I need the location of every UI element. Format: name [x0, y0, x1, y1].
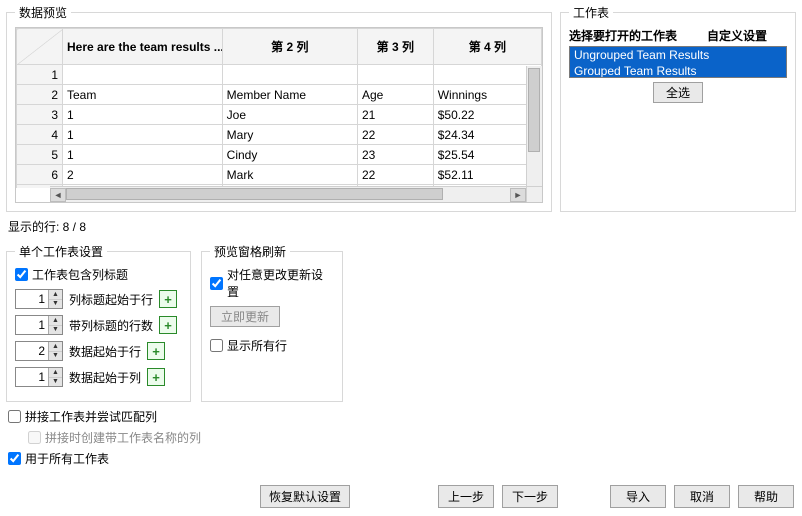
col-header[interactable]: 第 2 列 — [222, 29, 357, 65]
header-row-count-input[interactable] — [16, 316, 48, 334]
single-sheet-settings-group: 单个工作表设置 工作表包含列标题 ▲▼ 列标题起始于行 + ▲▼ 带列标题的行数… — [6, 243, 191, 402]
table-cell[interactable]: 1 — [63, 105, 223, 125]
table-cell[interactable]: Member Name — [222, 85, 357, 105]
table-cell[interactable]: 23 — [357, 145, 433, 165]
table-cell[interactable]: Age — [357, 85, 433, 105]
spin-up-icon[interactable]: ▲ — [49, 342, 62, 352]
scroll-left-icon[interactable]: ◄ — [50, 188, 66, 202]
table-corner — [17, 29, 63, 65]
spin-down-icon[interactable]: ▼ — [49, 352, 62, 361]
horizontal-scrollbar[interactable]: ◄ ► — [50, 186, 526, 202]
has-headers-checkbox[interactable] — [15, 268, 28, 281]
table-cell[interactable]: 22 — [357, 165, 433, 185]
sheet-list-item[interactable]: Ungrouped Team Results — [570, 47, 786, 63]
header-row-count-stepper[interactable]: ▲▼ — [15, 315, 63, 335]
table-cell[interactable]: 2 — [63, 165, 223, 185]
preview-refresh-group: 预览窗格刷新 对任意更改更新设置 立即更新 显示所有行 — [201, 243, 343, 402]
create-sheet-col-checkbox — [28, 431, 41, 444]
data-start-col-label: 数据起始于列 — [69, 369, 141, 386]
scroll-right-icon[interactable]: ► — [510, 188, 526, 202]
sheets-header-custom: 自定义设置 — [707, 27, 787, 44]
worksheets-legend: 工作表 — [569, 4, 613, 21]
table-row: 41Mary22$24.34 — [17, 125, 542, 145]
data-start-row-label: 数据起始于行 — [69, 343, 141, 360]
data-start-col-input[interactable] — [16, 368, 48, 386]
add-icon[interactable]: + — [159, 290, 177, 308]
show-all-rows-checkbox[interactable] — [210, 339, 223, 352]
table-cell[interactable]: 21 — [357, 105, 433, 125]
table-cell[interactable]: Team — [63, 85, 223, 105]
table-row: 1 — [17, 65, 542, 85]
row-number[interactable]: 6 — [17, 165, 63, 185]
on-any-change-label[interactable]: 对任意更改更新设置 — [227, 266, 334, 300]
spin-up-icon[interactable]: ▲ — [49, 368, 62, 378]
sheet-list[interactable]: Ungrouped Team Results Grouped Team Resu… — [569, 46, 787, 78]
sheet-list-item[interactable]: Grouped Team Results — [570, 63, 786, 78]
preview-table: Here are the team results ... 第 2 列 第 3 … — [16, 28, 542, 188]
add-icon[interactable]: + — [147, 342, 165, 360]
table-row: 62Mark22$52.11 — [17, 165, 542, 185]
col-header[interactable]: 第 4 列 — [433, 29, 541, 65]
spin-up-icon[interactable]: ▲ — [49, 290, 62, 300]
row-number[interactable]: 3 — [17, 105, 63, 125]
col-header[interactable]: Here are the team results ... — [63, 29, 223, 65]
row-number[interactable]: 4 — [17, 125, 63, 145]
row-number[interactable]: 2 — [17, 85, 63, 105]
table-row: 2TeamMember NameAgeWinnings — [17, 85, 542, 105]
sheets-header-open: 选择要打开的工作表 — [569, 27, 707, 44]
row-number[interactable]: 1 — [17, 65, 63, 85]
table-cell[interactable]: 1 — [63, 145, 223, 165]
table-cell[interactable]: 1 — [63, 125, 223, 145]
spin-up-icon[interactable]: ▲ — [49, 316, 62, 326]
import-button[interactable]: 导入 — [610, 485, 666, 508]
data-start-row-stepper[interactable]: ▲▼ — [15, 341, 63, 361]
header-start-row-stepper[interactable]: ▲▼ — [15, 289, 63, 309]
single-sheet-legend: 单个工作表设置 — [15, 243, 107, 260]
on-any-change-checkbox[interactable] — [210, 277, 223, 290]
header-row-count-label: 带列标题的行数 — [69, 317, 153, 334]
data-preview-legend: 数据预览 — [15, 4, 71, 21]
header-start-row-label: 列标题起始于行 — [69, 291, 153, 308]
add-icon[interactable]: + — [159, 316, 177, 334]
restore-defaults-button[interactable]: 恢复默认设置 — [260, 485, 350, 508]
table-cell[interactable]: Cindy — [222, 145, 357, 165]
concat-sheets-label[interactable]: 拼接工作表并尝试匹配列 — [25, 408, 157, 425]
cancel-button[interactable]: 取消 — [674, 485, 730, 508]
data-start-col-stepper[interactable]: ▲▼ — [15, 367, 63, 387]
prev-button[interactable]: 上一步 — [438, 485, 494, 508]
apply-all-sheets-label[interactable]: 用于所有工作表 — [25, 450, 109, 467]
col-header[interactable]: 第 3 列 — [357, 29, 433, 65]
table-cell[interactable] — [63, 65, 223, 85]
row-number[interactable]: 5 — [17, 145, 63, 165]
preview-table-wrap: Here are the team results ... 第 2 列 第 3 … — [15, 27, 543, 203]
help-button[interactable]: 帮助 — [738, 485, 794, 508]
has-headers-label[interactable]: 工作表包含列标题 — [32, 266, 128, 283]
table-cell[interactable]: 22 — [357, 125, 433, 145]
data-start-row-input[interactable] — [16, 342, 48, 360]
preview-refresh-legend: 预览窗格刷新 — [210, 243, 290, 260]
spin-down-icon[interactable]: ▼ — [49, 300, 62, 309]
apply-all-sheets-checkbox[interactable] — [8, 452, 21, 465]
add-icon[interactable]: + — [147, 368, 165, 386]
table-cell[interactable]: Mary — [222, 125, 357, 145]
worksheets-group: 工作表 选择要打开的工作表 自定义设置 Ungrouped Team Resul… — [560, 4, 796, 212]
table-row: 51Cindy23$25.54 — [17, 145, 542, 165]
vertical-scrollbar[interactable] — [526, 66, 542, 186]
data-preview-group: 数据预览 Here are the team results ... 第 2 列… — [6, 4, 552, 212]
table-cell[interactable]: Joe — [222, 105, 357, 125]
show-all-rows-label[interactable]: 显示所有行 — [227, 337, 287, 354]
table-row: 31Joe21$50.22 — [17, 105, 542, 125]
spin-down-icon[interactable]: ▼ — [49, 326, 62, 335]
spin-down-icon[interactable]: ▼ — [49, 378, 62, 387]
update-now-button: 立即更新 — [210, 306, 280, 327]
table-cell[interactable] — [357, 65, 433, 85]
next-button[interactable]: 下一步 — [502, 485, 558, 508]
select-all-button[interactable]: 全选 — [653, 82, 703, 103]
header-start-row-input[interactable] — [16, 290, 48, 308]
concat-sheets-checkbox[interactable] — [8, 410, 21, 423]
table-cell[interactable]: Mark — [222, 165, 357, 185]
rows-shown-label: 显示的行: 8 / 8 — [0, 212, 802, 235]
create-sheet-col-label: 拼接时创建带工作表名称的列 — [45, 431, 201, 445]
table-cell[interactable] — [222, 65, 357, 85]
